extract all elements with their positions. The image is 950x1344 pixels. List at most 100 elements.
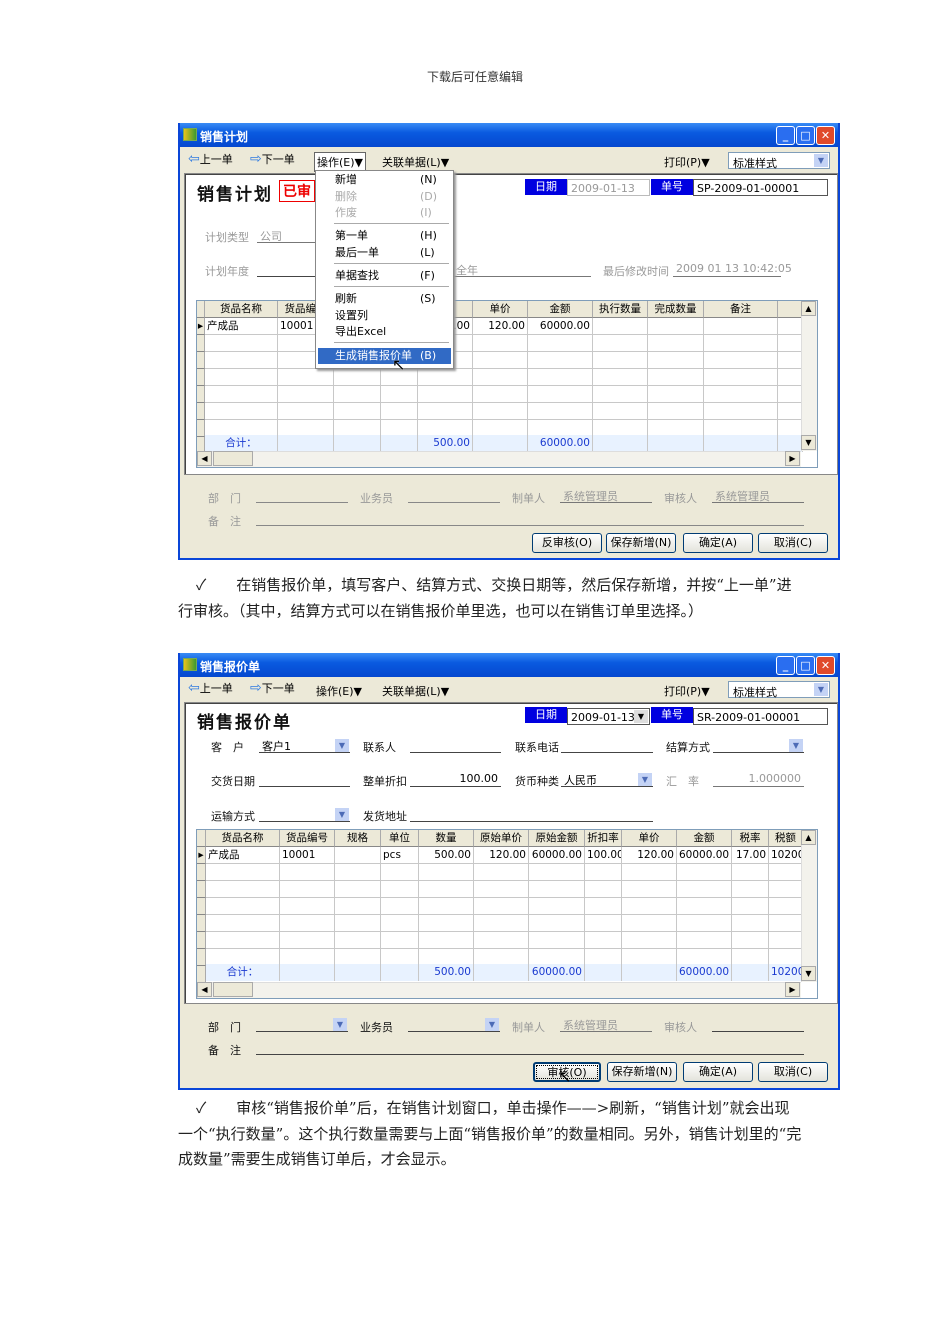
menu-item[interactable]: 最后一单 (L): [318, 245, 451, 261]
grid-cell[interactable]: [622, 898, 677, 915]
grid-cell[interactable]: [648, 318, 704, 335]
grid-cell[interactable]: [205, 335, 278, 352]
transport-select[interactable]: ▼: [259, 807, 350, 822]
row-header[interactable]: [197, 864, 206, 881]
grid-cell[interactable]: [278, 386, 334, 403]
scroll-left-icon[interactable]: ◀: [197, 982, 212, 997]
customer-select[interactable]: 客户1 ▼: [259, 738, 350, 753]
grid-cell[interactable]: [381, 864, 419, 881]
grid-cell[interactable]: [648, 386, 704, 403]
menu-item[interactable]: 导出Excel: [318, 324, 451, 340]
grid-cell[interactable]: [381, 881, 419, 898]
grid-cell[interactable]: [528, 352, 593, 369]
row-header[interactable]: [197, 966, 206, 983]
column-header[interactable]: 完成数量: [648, 301, 704, 318]
grid-cell[interactable]: [778, 386, 803, 403]
grid-cell[interactable]: [593, 352, 648, 369]
grid-cell[interactable]: [648, 369, 704, 386]
grid-cell[interactable]: [474, 898, 529, 915]
grid-cell[interactable]: [334, 369, 381, 386]
style-select[interactable]: 标准样式 ▼: [728, 681, 830, 699]
grid-cell[interactable]: 产成品: [206, 847, 280, 864]
grid-cell[interactable]: [529, 932, 585, 949]
row-header[interactable]: [197, 335, 205, 352]
period-select[interactable]: 全年: [453, 262, 591, 277]
grid-cell[interactable]: [474, 932, 529, 949]
address-field[interactable]: [410, 807, 653, 822]
scroll-left-icon[interactable]: ◀: [197, 451, 212, 466]
grid-cell[interactable]: [205, 386, 278, 403]
grid-cell[interactable]: [474, 881, 529, 898]
grid-cell[interactable]: [732, 915, 769, 932]
maximize-button[interactable]: □: [796, 656, 815, 675]
column-header[interactable]: 折扣率: [585, 830, 622, 847]
grid-cell[interactable]: [769, 898, 803, 915]
row-header[interactable]: [197, 898, 206, 915]
grid-cell[interactable]: [278, 369, 334, 386]
items-grid[interactable]: ▸ 货品名称 产成品 合计： 货品编号 10001 规格 单位 pcs 数量 500.00 500.0…: [196, 829, 818, 999]
menu-item[interactable]: 设置列: [318, 308, 451, 324]
grid-cell[interactable]: [473, 335, 528, 352]
grid-cell[interactable]: [335, 847, 381, 864]
grid-cell[interactable]: 60000.00: [677, 847, 732, 864]
row-header[interactable]: [197, 352, 205, 369]
grid-cell[interactable]: [778, 369, 803, 386]
scroll-thumb[interactable]: [213, 982, 253, 997]
row-header[interactable]: [197, 881, 206, 898]
column-header[interactable]: 货品名称: [206, 830, 280, 847]
phone-field[interactable]: [561, 738, 653, 753]
save-new-button[interactable]: 保存新增(N): [606, 533, 676, 553]
plan-year-field[interactable]: [257, 262, 317, 277]
grid-cell[interactable]: [529, 881, 585, 898]
grid-cell[interactable]: [732, 881, 769, 898]
grid-cell[interactable]: [704, 369, 778, 386]
cancel-button[interactable]: 取消(C): [758, 533, 828, 553]
grid-cell[interactable]: [778, 403, 803, 420]
column-header[interactable]: 单价: [622, 830, 677, 847]
grid-cell[interactable]: [778, 318, 803, 335]
grid-cell[interactable]: [206, 915, 280, 932]
row-header[interactable]: [197, 301, 205, 318]
grid-cell[interactable]: [648, 352, 704, 369]
items-grid[interactable]: ▸货品名称产成品合计：货品编号10001500.00500.00单价120.00…: [196, 300, 818, 468]
menu-item[interactable]: 第一单 (H): [318, 228, 451, 244]
row-header[interactable]: [197, 386, 205, 403]
grid-cell[interactable]: [769, 932, 803, 949]
column-header[interactable]: 原始金额: [529, 830, 585, 847]
column-header[interactable]: 单位: [381, 830, 419, 847]
save-new-button[interactable]: 保存新增(N): [607, 1062, 677, 1082]
menu-item[interactable]: 新增 (N): [318, 172, 451, 188]
column-header[interactable]: 税率: [732, 830, 769, 847]
grid-cell[interactable]: [473, 403, 528, 420]
grid-cell[interactable]: [585, 898, 622, 915]
column-header[interactable]: 备注: [704, 301, 778, 318]
grid-cell[interactable]: [381, 898, 419, 915]
grid-cell[interactable]: [418, 369, 473, 386]
ok-button[interactable]: 确定(A): [683, 1062, 753, 1082]
number-field[interactable]: SP-2009-01-00001: [693, 179, 828, 196]
column-header[interactable]: 数量: [419, 830, 474, 847]
print-button[interactable]: 打印(P)▼: [664, 154, 710, 170]
grid-cell[interactable]: [205, 369, 278, 386]
row-header[interactable]: [197, 932, 206, 949]
grid-cell[interactable]: [419, 898, 474, 915]
remark-field[interactable]: [256, 511, 804, 526]
vertical-scrollbar[interactable]: [801, 301, 817, 451]
grid-cell[interactable]: [278, 403, 334, 420]
grid-cell[interactable]: 500.00: [419, 847, 474, 864]
currency-select[interactable]: 人民币 ▼: [561, 772, 653, 787]
cancel-button[interactable]: 取消(C): [758, 1062, 828, 1082]
scroll-right-icon[interactable]: ▶: [785, 451, 800, 466]
number-field[interactable]: SR-2009-01-00001: [693, 708, 828, 725]
grid-cell[interactable]: [206, 932, 280, 949]
style-select[interactable]: 标准样式 ▼: [728, 152, 830, 170]
grid-cell[interactable]: 120.00: [622, 847, 677, 864]
date-field[interactable]: 2009-01-13 ▼: [567, 708, 650, 725]
row-header[interactable]: [197, 420, 205, 437]
grid-cell[interactable]: [280, 881, 335, 898]
discount-field[interactable]: 100.00: [410, 772, 501, 787]
menu-item[interactable]: 作废 (I): [318, 205, 451, 221]
scroll-right-icon[interactable]: ▶: [785, 982, 800, 997]
grid-cell[interactable]: [335, 898, 381, 915]
scroll-thumb[interactable]: [213, 451, 253, 466]
